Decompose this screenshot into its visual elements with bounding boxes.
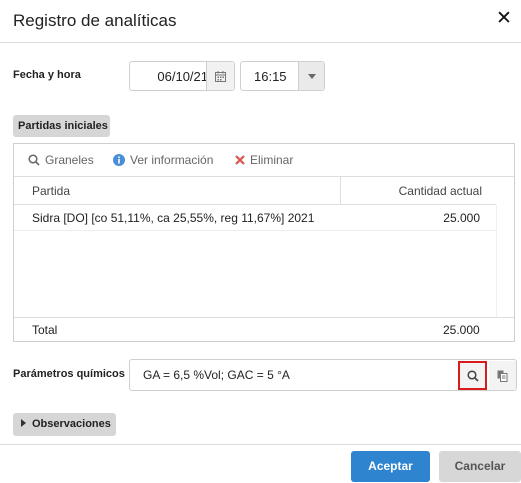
time-field[interactable]: 16:15 [240, 61, 325, 91]
observaciones-toggle[interactable]: Observaciones [13, 413, 116, 436]
graneles-button[interactable]: Graneles [28, 153, 94, 167]
table-scrollbar[interactable] [496, 205, 514, 317]
accept-button[interactable]: Aceptar [351, 451, 430, 482]
time-dropdown-button[interactable] [298, 62, 324, 90]
close-icon[interactable]: ✕ [495, 9, 513, 29]
total-label: Total [32, 323, 58, 337]
search-icon [28, 154, 40, 166]
chemical-value[interactable]: GA = 6,5 %Vol; GAC = 5 °A [143, 368, 290, 382]
chemical-label: Parámetros químicos [13, 368, 125, 380]
chemical-field[interactable]: GA = 6,5 %Vol; GAC = 5 °A [129, 359, 517, 391]
time-value[interactable]: 16:15 [254, 69, 287, 84]
chemical-copy-button[interactable] [489, 361, 516, 390]
ver-informacion-label: Ver información [130, 153, 214, 167]
calendar-button[interactable] [206, 62, 234, 90]
dialog-header: Registro de analíticas ✕ [0, 0, 521, 43]
chemical-search-button[interactable] [458, 361, 487, 390]
cell-partida: Sidra [DO] [co 51,11%, ca 25,55%, reg 11… [32, 211, 315, 225]
column-header-partida[interactable]: Partida [14, 177, 341, 205]
close-icon [235, 155, 245, 165]
column-header-cantidad[interactable]: Cantidad actual [341, 177, 496, 205]
date-field[interactable]: 06/10/21 [129, 61, 235, 91]
cancel-button[interactable]: Cancelar [439, 451, 521, 482]
caret-right-icon [21, 419, 26, 427]
footer-divider [0, 444, 521, 445]
chevron-down-icon [307, 73, 316, 79]
search-icon [466, 369, 479, 382]
date-value[interactable]: 06/10/21 [130, 69, 208, 84]
total-value: 25.000 [443, 323, 480, 337]
ver-informacion-button[interactable]: Ver información [113, 153, 213, 167]
graneles-label: Graneles [45, 153, 94, 167]
copy-icon [497, 370, 508, 382]
calendar-icon [215, 70, 226, 82]
partidas-toolbar: Graneles Ver información Eliminar [14, 144, 514, 177]
dialog-title: Registro de analíticas [13, 11, 177, 30]
partidas-section-label: Partidas iniciales [13, 115, 110, 137]
analytics-dialog: Registro de analíticas ✕ Fecha y hora 06… [0, 0, 521, 483]
eliminar-button[interactable]: Eliminar [235, 153, 293, 167]
partidas-panel: Graneles Ver información Eliminar Partid… [13, 143, 515, 342]
info-icon [113, 154, 125, 166]
eliminar-label: Eliminar [250, 153, 294, 167]
datetime-label: Fecha y hora [13, 69, 81, 81]
table-row[interactable]: Sidra [DO] [co 51,11%, ca 25,55%, reg 11… [14, 205, 496, 231]
table-footer: Total 25.000 [14, 317, 514, 341]
observaciones-label: Observaciones [32, 418, 111, 430]
cell-cantidad: 25.000 [443, 211, 480, 225]
